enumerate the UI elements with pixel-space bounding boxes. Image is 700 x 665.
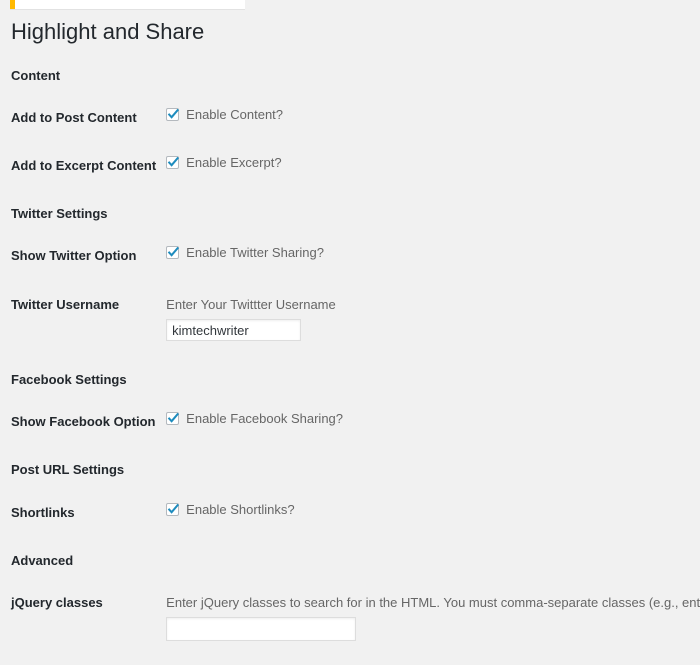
checkmark-icon: [167, 108, 180, 119]
field-label-cell: Show Facebook Option: [0, 407, 166, 455]
field-label-shortlinks: Shortlinks: [11, 504, 75, 520]
checkbox-add-to-post-content[interactable]: [166, 107, 180, 121]
field-row: Show Twitter Option Enable Twitter Sharin…: [0, 241, 700, 289]
checkbox-shortlinks[interactable]: [166, 502, 180, 516]
section-heading-row: Twitter Settings: [0, 199, 700, 241]
checkmark-icon: [167, 247, 180, 258]
field-label-cell: Add to Excerpt Content: [0, 151, 166, 199]
field-control-cell: Enable Twitter Sharing?: [166, 241, 700, 289]
checkbox-label: Enable Excerpt?: [186, 154, 282, 170]
section-heading-cell: Twitter Settings: [0, 199, 700, 241]
checkbox-show-twitter-option[interactable]: [166, 246, 180, 260]
checkbox-row-show-facebook-option[interactable]: Enable Facebook Sharing?: [166, 411, 700, 427]
section-heading-cell: Facebook Settings: [0, 365, 700, 407]
checkbox-row-add-to-post-content[interactable]: Enable Content?: [166, 106, 700, 122]
settings-page-wrap: Highlight and Share Content Add to Post C…: [0, 9, 700, 665]
field-description-jquery-classes: Enter jQuery classes to search for in th…: [166, 594, 700, 610]
field-control-cell: Enter Your Twittter Username: [166, 290, 700, 366]
field-label-cell: Twitter Username: [0, 290, 166, 366]
field-label-twitter-username: Twitter Username: [11, 296, 120, 312]
input-jquery-classes[interactable]: [166, 617, 357, 642]
section-heading-content: Content: [11, 67, 61, 83]
field-label-cell: jQuery classes: [0, 588, 166, 665]
checkbox-label: Enable Twitter Sharing?: [186, 245, 324, 261]
field-label-show-facebook-option: Show Facebook Option: [11, 414, 156, 430]
section-heading-row: Advanced: [0, 546, 700, 588]
input-twitter-username[interactable]: [166, 319, 302, 342]
checkbox-add-to-excerpt-content[interactable]: [166, 155, 180, 169]
notice-accent-bar: [10, 0, 15, 9]
section-heading-post-url-settings: Post URL Settings: [11, 462, 125, 478]
field-description-twitter-username: Enter Your Twittter Username: [166, 296, 336, 312]
checkbox-label: Enable Shortlinks?: [186, 501, 295, 517]
checkbox-row-show-twitter-option[interactable]: Enable Twitter Sharing?: [166, 245, 700, 261]
field-label-jquery-classes: jQuery classes: [11, 594, 103, 610]
section-heading-twitter-settings: Twitter Settings: [11, 206, 108, 222]
settings-form-body: Content Add to Post Content Enable Content…: [0, 61, 700, 665]
section-heading-row: Post URL Settings: [0, 455, 700, 497]
field-label-cell: Show Twitter Option: [0, 241, 166, 289]
checkmark-icon: [167, 413, 180, 423]
checkbox-label: Enable Content?: [186, 106, 284, 122]
field-control-cell: Enable Excerpt?: [166, 151, 700, 199]
checkbox-row-shortlinks[interactable]: Enable Shortlinks?: [166, 501, 700, 517]
field-row: Add to Post Content Enable Content?: [0, 103, 700, 151]
checkmark-icon: [167, 503, 180, 514]
field-label-add-to-excerpt-content: Add to Excerpt Content: [11, 157, 157, 173]
field-row: Add to Excerpt Content Enable Excerpt?: [0, 151, 700, 199]
field-row: Show Facebook Option Enable Facebook Shar…: [0, 407, 700, 455]
section-heading-row: Content: [0, 61, 700, 103]
section-heading-advanced: Advanced: [11, 552, 74, 568]
section-heading-facebook-settings: Facebook Settings: [11, 372, 127, 388]
checkmark-icon: [167, 156, 180, 167]
field-control-cell: Enable Facebook Sharing?: [166, 407, 700, 455]
field-label-add-to-post-content: Add to Post Content: [11, 109, 137, 125]
settings-form-table: Content Add to Post Content Enable Content…: [0, 61, 700, 665]
page-title: Highlight and Share: [11, 19, 205, 44]
field-row: jQuery classes Enter jQuery classes to se…: [0, 588, 700, 665]
checkbox-show-facebook-option[interactable]: [166, 412, 180, 426]
section-heading-cell: Content: [0, 61, 700, 103]
section-heading-row: Facebook Settings: [0, 365, 700, 407]
section-heading-cell: Advanced: [0, 546, 700, 588]
admin-notice-strip: [10, 0, 245, 9]
checkbox-row-add-to-excerpt-content[interactable]: Enable Excerpt?: [166, 154, 700, 170]
checkbox-label: Enable Facebook Sharing?: [186, 411, 344, 427]
field-label-show-twitter-option: Show Twitter Option: [11, 248, 137, 264]
field-control-cell: Enable Content?: [166, 103, 700, 151]
field-row: Twitter Username Enter Your Twittter User…: [0, 290, 700, 366]
field-label-cell: Add to Post Content: [0, 103, 166, 151]
field-control-cell: Enter jQuery classes to search for in th…: [166, 588, 700, 665]
section-heading-cell: Post URL Settings: [0, 455, 700, 497]
